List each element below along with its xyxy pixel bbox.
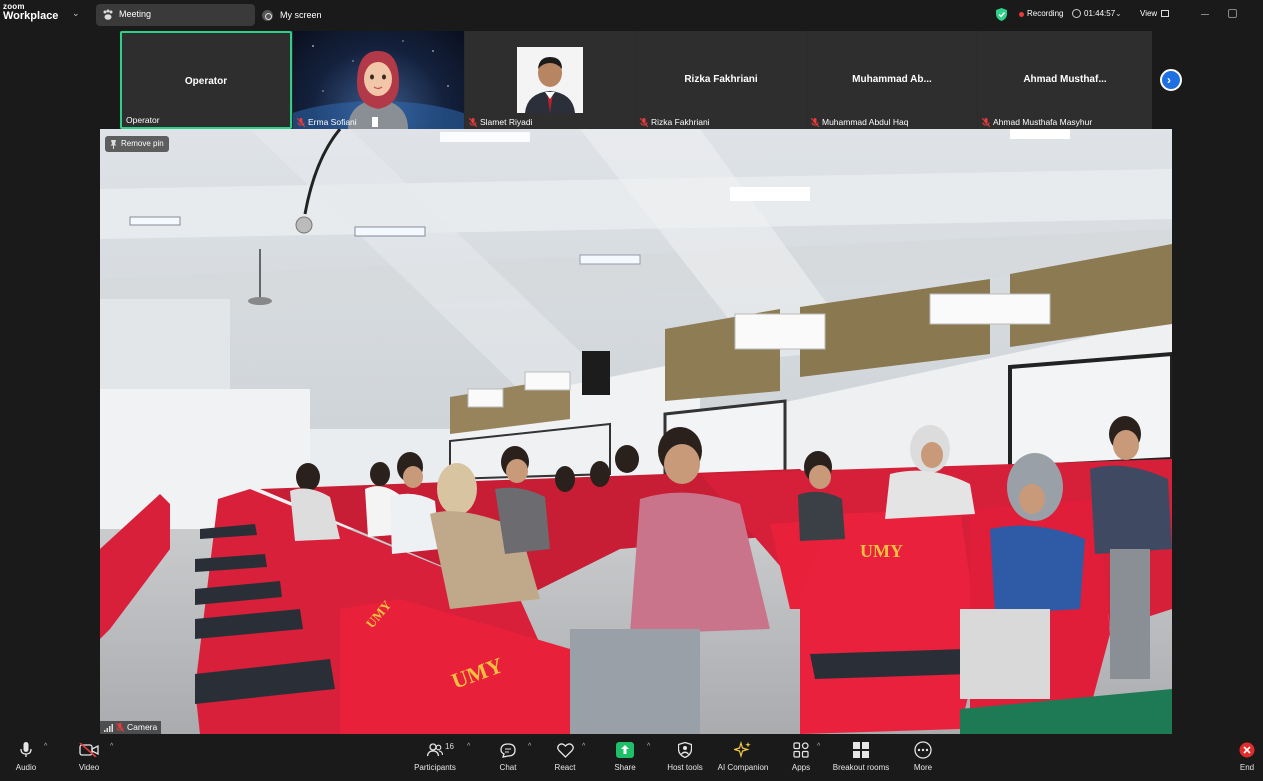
participant-name: Erma Sofiani (308, 117, 357, 127)
tab-meeting-label: Meeting (119, 9, 152, 19)
participant-name: Muhammad Abdul Haq (822, 117, 909, 127)
participants-label: Participants (414, 763, 456, 772)
participant-center-name: Ahmad Musthaf... (1023, 74, 1107, 85)
mic-muted-icon (640, 117, 648, 127)
breakout-rooms-label: Breakout rooms (832, 763, 890, 772)
participants-button[interactable]: Participants (400, 740, 470, 772)
avatar-video (293, 40, 464, 129)
recording-label[interactable]: Recording (1027, 9, 1063, 18)
mic-muted-icon (469, 117, 477, 127)
participant-tile[interactable]: Ahmad Musthaf... Ahmad Musthafa Masyhur (978, 31, 1152, 129)
participant-name-label: Muhammad Abdul Haq (811, 117, 908, 127)
participant-name-label: Ahmad Musthafa Masyhur (982, 117, 1092, 127)
tab-meeting[interactable]: Meeting (96, 4, 255, 26)
audio-label: Audio (15, 763, 37, 772)
audio-button[interactable]: Audio (0, 740, 61, 772)
participants-options-caret-icon[interactable]: ^ (467, 743, 470, 750)
sparkle-icon (734, 741, 751, 759)
audio-options-caret-icon[interactable]: ^ (44, 743, 47, 750)
more-label: More (913, 763, 933, 772)
recording-dot-icon (1019, 12, 1024, 17)
end-label: End (1239, 763, 1255, 772)
minimize-icon[interactable] (1201, 14, 1209, 15)
profile-photo (517, 47, 583, 113)
zoom-logo: zoom Workplace (3, 3, 58, 22)
logo-line-2: Workplace (3, 10, 59, 22)
participant-thumbnail-strip: Operator Operator Erma Sofiani Slamet Ri… (120, 31, 1152, 129)
apps-icon (793, 742, 809, 758)
chevron-down-icon[interactable]: ⌄ (1115, 9, 1122, 18)
pinned-video[interactable]: UMY UMY UMY (100, 129, 1172, 734)
participant-name-label: Erma Sofiani (297, 117, 357, 127)
meeting-paw-icon (103, 9, 113, 20)
react-options-caret-icon[interactable]: ^ (582, 743, 585, 750)
end-meeting-button[interactable]: End (1212, 740, 1263, 772)
video-label: Video (78, 763, 100, 772)
lecture-hall-video-frame: UMY UMY UMY (100, 129, 1172, 734)
heart-icon (556, 742, 574, 758)
remove-pin-label: Remove pin (121, 139, 164, 148)
seat-brand-label: UMY (860, 541, 903, 561)
chevron-down-icon[interactable]: ⌄ (72, 8, 80, 19)
shield-icon (678, 742, 692, 758)
breakout-rooms-icon (853, 742, 869, 758)
more-icon (914, 741, 932, 759)
participant-tile[interactable]: Rizka Fakhriani Rizka Fakhriani (636, 31, 806, 129)
participant-name: Rizka Fakhriani (651, 117, 710, 127)
shield-icon[interactable] (996, 8, 1007, 21)
mic-muted-icon (982, 117, 990, 127)
participant-name-label: Operator (126, 115, 160, 125)
signal-strength-icon (104, 723, 113, 732)
grid-view-icon[interactable] (1161, 10, 1169, 17)
participant-count-badge: 16 (445, 742, 454, 751)
screen-share-icon (262, 10, 273, 21)
share-screen-icon (616, 742, 634, 758)
view-button[interactable]: View (1140, 9, 1157, 18)
apps-options-caret-icon[interactable]: ^ (817, 743, 820, 750)
mic-muted-icon (116, 723, 124, 732)
participant-tile[interactable]: Operator Operator (120, 31, 292, 129)
pin-icon (110, 139, 117, 149)
maximize-icon[interactable] (1228, 9, 1237, 18)
meeting-toolbar: Audio ^ Video ^ Participants 16 ^ Chat ^… (0, 734, 1263, 781)
participants-icon (427, 743, 443, 757)
breakout-rooms-button[interactable]: Breakout rooms (826, 740, 896, 772)
participant-center-name: Rizka Fakhriani (684, 74, 758, 85)
tab-my-screen-label: My screen (280, 10, 322, 20)
participant-name: Slamet Riyadi (480, 117, 533, 127)
microphone-icon (20, 742, 32, 757)
title-bar: zoom Workplace ⌄ Meeting My screen Recor… (0, 0, 1263, 30)
elapsed-time: 01:44:57 (1084, 9, 1116, 18)
remove-pin-button[interactable]: Remove pin (105, 136, 169, 152)
video-name-label: Camera (100, 721, 162, 734)
chevron-right-icon: › (1167, 73, 1171, 87)
participant-name: Ahmad Musthafa Masyhur (993, 117, 1093, 127)
video-off-icon (79, 743, 99, 757)
mic-muted-icon (297, 117, 305, 127)
participant-tile[interactable]: Erma Sofiani (293, 31, 464, 129)
participant-name-label: Rizka Fakhriani (640, 117, 710, 127)
clock-icon (1072, 9, 1081, 18)
participant-name: Operator (126, 115, 160, 125)
next-page-button[interactable]: › (1160, 69, 1182, 91)
camera-name: Camera (127, 722, 158, 732)
mic-muted-icon (811, 117, 819, 127)
participant-name-label: Slamet Riyadi (469, 117, 532, 127)
more-button[interactable]: More (888, 740, 958, 772)
participant-center-name: Muhammad Ab... (852, 74, 932, 85)
participant-tile[interactable]: Slamet Riyadi (465, 31, 635, 129)
chat-icon (500, 742, 516, 758)
video-options-caret-icon[interactable]: ^ (110, 743, 113, 750)
participant-tile[interactable]: Muhammad Ab... Muhammad Abdul Haq (807, 31, 977, 129)
close-icon (1239, 742, 1255, 758)
participant-center-name: Operator (184, 76, 228, 87)
video-button[interactable]: Video (54, 740, 124, 772)
